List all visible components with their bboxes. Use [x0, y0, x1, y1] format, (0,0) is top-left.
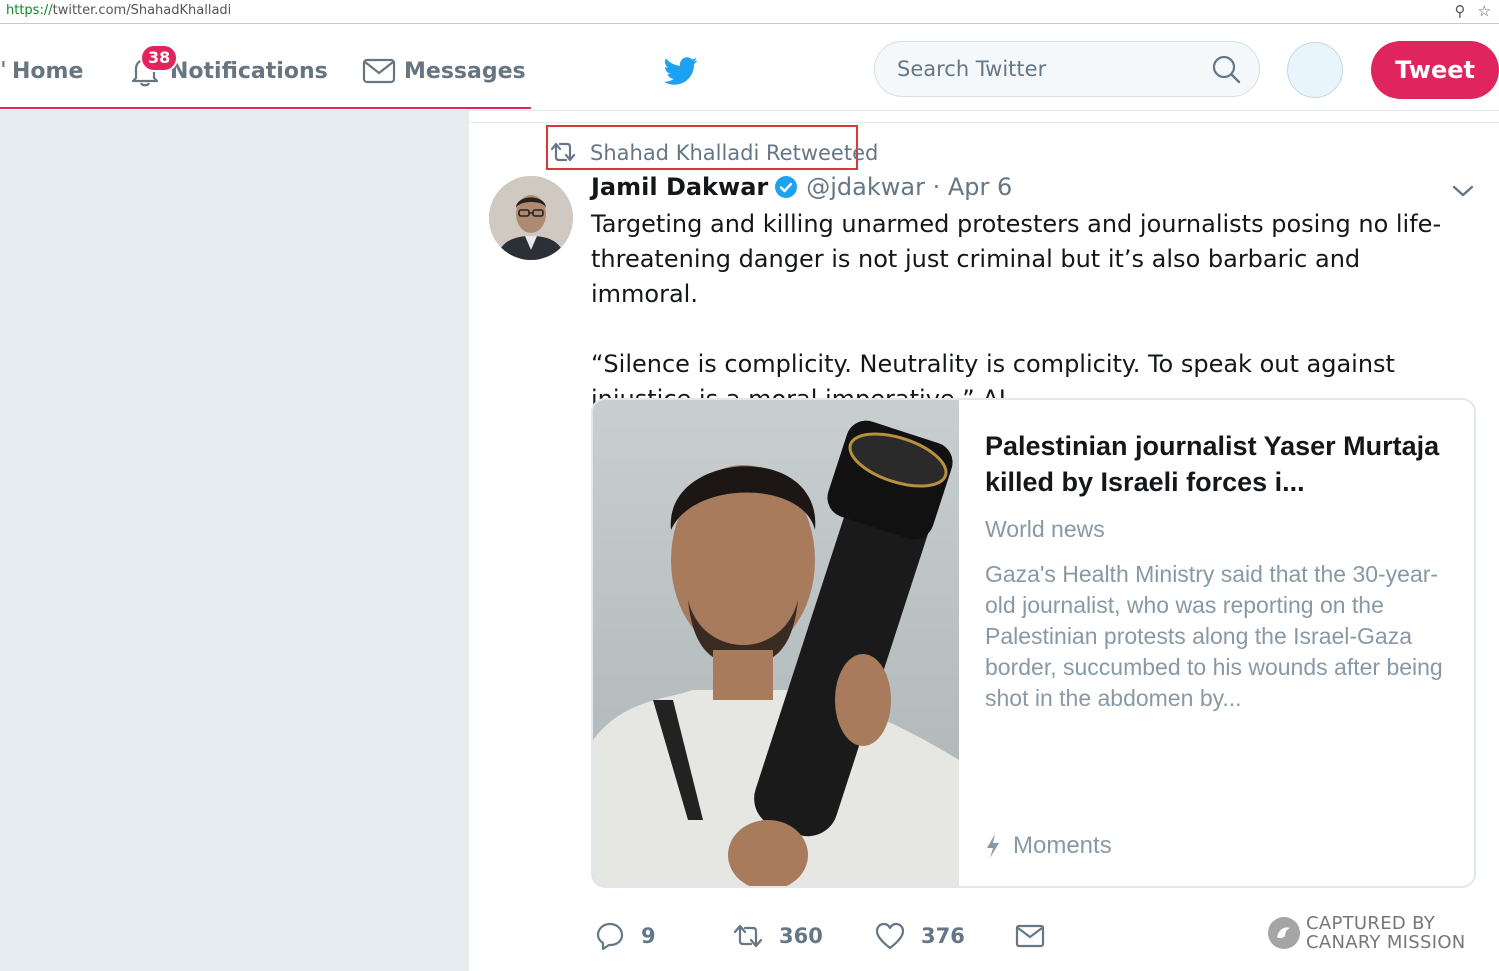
retweet-icon — [550, 142, 576, 162]
like-button[interactable]: 376 — [875, 921, 965, 951]
search-icon[interactable] — [1211, 54, 1241, 84]
envelope-icon — [362, 58, 396, 84]
divider — [469, 122, 1499, 123]
link-card[interactable]: Palestinian journalist Yaser Murtaja kil… — [591, 398, 1476, 888]
reply-icon — [596, 922, 624, 951]
bell-icon: 38 — [128, 44, 179, 88]
lightning-icon — [987, 834, 999, 858]
nav-notifications[interactable]: 38 Notifications — [128, 44, 328, 94]
tweet-button[interactable]: Tweet — [1371, 41, 1499, 99]
author-name[interactable]: Jamil Dakwar — [591, 173, 768, 201]
search-input[interactable] — [897, 42, 1197, 96]
verified-badge-icon — [775, 176, 798, 198]
direct-message-button[interactable] — [1015, 921, 1061, 951]
reply-button[interactable]: 9 — [595, 921, 656, 951]
heart-icon — [875, 922, 905, 950]
watermark-line-1: CAPTURED BY — [1306, 913, 1436, 934]
star-icon[interactable]: ☆ — [1478, 2, 1491, 20]
nav-messages[interactable]: Messages — [362, 48, 526, 94]
envelope-icon — [1015, 924, 1045, 948]
user-avatar[interactable] — [1287, 42, 1343, 98]
canary-mission-watermark: CAPTURED BY CANARY MISSION — [1268, 914, 1466, 952]
card-title[interactable]: Palestinian journalist Yaser Murtaja kil… — [985, 428, 1445, 500]
zoom-icon[interactable]: ⚲ — [1455, 2, 1466, 20]
watermark-line-2: CANARY MISSION — [1306, 932, 1466, 953]
active-tab-underline — [0, 107, 531, 109]
top-navigation: ˈ Home 38 Notifications Messages Tweet — [0, 24, 1499, 111]
tweet-container[interactable]: Shahad Khalladi Retweeted Jamil Dakwar @… — [469, 111, 1499, 971]
retweet-button[interactable]: 360 — [733, 921, 823, 951]
author-avatar[interactable] — [489, 176, 573, 260]
card-image — [593, 400, 959, 886]
browser-url-bar[interactable]: https://twitter.com/ShahadKhalladi ⚲ ☆ — [0, 0, 1499, 24]
url-text[interactable]: https://twitter.com/ShahadKhalladi — [6, 3, 231, 18]
card-moments-footer[interactable]: Moments — [985, 832, 1112, 860]
canary-mission-logo-icon — [1268, 917, 1300, 949]
retweet-icon — [733, 924, 763, 948]
retweeted-by-label[interactable]: Shahad Khalladi Retweeted — [590, 141, 878, 165]
search-box[interactable] — [874, 41, 1260, 97]
card-description: Gaza's Health Ministry said that the 30-… — [985, 561, 1443, 711]
tweet-text: Targeting and killing unarmed protesters… — [591, 210, 1442, 413]
card-body: Palestinian journalist Yaser Murtaja kil… — [985, 428, 1445, 714]
home-icon: ˈ — [0, 58, 7, 84]
card-source: World news — [985, 516, 1105, 542]
notification-badge: 38 — [140, 44, 179, 72]
twitter-bird-icon[interactable] — [662, 54, 700, 88]
author-handle-date[interactable]: @jdakwar · Apr 6 — [806, 173, 1012, 201]
nav-home[interactable]: ˈ Home — [0, 48, 83, 94]
author-line: Jamil Dakwar @jdakwar · Apr 6 — [591, 173, 1012, 201]
chevron-down-icon[interactable] — [1451, 183, 1475, 199]
